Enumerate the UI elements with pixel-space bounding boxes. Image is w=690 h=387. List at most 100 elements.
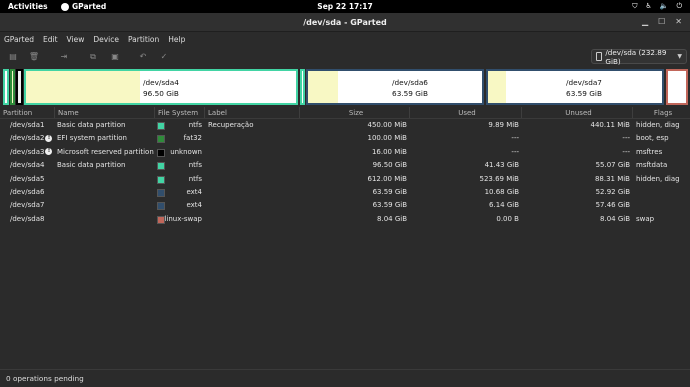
partition-path: /dev/sda2 — [10, 134, 45, 143]
menu-help[interactable]: Help — [168, 35, 185, 44]
filesystem-type: ntfs — [188, 121, 202, 129]
table-row[interactable]: /dev/sda4 Basic data partition ntfs 96.50 G… — [0, 159, 690, 172]
filesystem-type: ext4 — [186, 201, 202, 210]
maximize-icon[interactable]: ☐ — [658, 17, 665, 26]
partition-table: Partition Name File System Label Size Us… — [0, 107, 690, 226]
cell-label — [205, 132, 300, 145]
map-segment-sda1[interactable] — [3, 69, 9, 105]
disk-icon — [596, 52, 603, 61]
undo-icon[interactable]: ↶ — [136, 50, 150, 63]
apply-icon[interactable]: ✓ — [157, 50, 171, 63]
map-segment-sda8[interactable] — [666, 69, 688, 105]
col-label[interactable]: Label — [205, 107, 300, 118]
partition-path: /dev/sda4 — [10, 161, 45, 170]
cell-filesystem: unknown — [155, 146, 205, 159]
cell-name: EFI system partition — [57, 134, 127, 143]
cell-flags: hidden, diag — [636, 174, 680, 183]
resize-move-icon[interactable]: ⇥ — [57, 50, 71, 63]
table-row[interactable]: /dev/sda7 ext4 63.59 GiB 6.14 GiB 57.46 GiB — [0, 199, 690, 212]
cell-name — [55, 173, 155, 186]
col-unused[interactable]: Unused — [522, 107, 633, 118]
power-icon[interactable]: ⏻ — [676, 2, 682, 11]
cell-flags: hidden, diag — [636, 121, 680, 129]
cell-flags — [633, 186, 690, 199]
cell-label — [205, 213, 300, 226]
map-segment-sda3[interactable] — [16, 69, 23, 105]
filesystem-type: unknown — [170, 147, 202, 156]
map-segment-sda5[interactable] — [300, 69, 305, 105]
col-flags[interactable]: Flags — [633, 107, 690, 118]
cell-unused: 52.92 GiB — [595, 187, 630, 196]
col-size[interactable]: Size — [300, 107, 410, 118]
partition-map: /dev/sda4 96.50 GiB /dev/sda6 63.59 GiB … — [3, 69, 689, 105]
cell-size: 63.59 GiB — [372, 187, 407, 196]
table-row[interactable]: /dev/sda6 ext4 63.59 GiB 10.68 GiB 52.92 GiB — [0, 186, 690, 199]
cell-name: Basic data partition — [57, 161, 126, 170]
col-name[interactable]: Name — [55, 107, 155, 118]
cell-unused: 55.07 GiB — [595, 161, 630, 170]
cell-used: 0.00 B — [496, 214, 519, 223]
cell-partition: /dev/sda8 — [0, 213, 55, 226]
accessibility-icon[interactable]: ♿ — [645, 2, 651, 11]
cell-partition: /dev/sda1 — [0, 119, 55, 132]
cell-flags: boot, esp — [636, 134, 669, 143]
col-partition[interactable]: Partition — [0, 107, 55, 118]
map-sda4-name: /dev/sda4 — [143, 78, 179, 87]
menu-partition[interactable]: Partition — [128, 35, 159, 44]
menu-edit[interactable]: Edit — [43, 35, 58, 44]
volume-icon[interactable]: 🔈 — [660, 2, 669, 11]
filesystem-color-swatch — [157, 148, 165, 157]
map-segment-sda4[interactable]: /dev/sda4 96.50 GiB — [24, 69, 298, 105]
copy-icon[interactable]: ⧉ — [86, 50, 100, 63]
col-filesystem[interactable]: File System — [155, 107, 205, 118]
cell-size: 450.00 MiB — [367, 121, 407, 129]
menu-device[interactable]: Device — [93, 35, 119, 44]
info-icon[interactable]: ! — [45, 134, 53, 142]
paste-icon[interactable]: ▣ — [108, 50, 122, 63]
cell-unused: 440.11 MiB — [590, 121, 630, 129]
cell-label — [205, 173, 300, 186]
map-segment-sda7[interactable]: /dev/sda7 63.59 GiB — [486, 69, 664, 105]
info-icon[interactable]: ! — [45, 148, 53, 156]
cell-label — [205, 186, 300, 199]
clock[interactable]: Sep 22 17:17 — [0, 2, 690, 11]
cell-used: 6.14 GiB — [489, 201, 519, 210]
menu-view[interactable]: View — [67, 35, 85, 44]
delete-icon[interactable]: 🗑 — [27, 50, 41, 63]
cell-label — [205, 199, 300, 212]
device-selector[interactable]: /dev/sda (232.89 GiB) ▼ — [591, 48, 687, 66]
table-row[interactable]: /dev/sda8 linux-swap 8.04 GiB 0.00 B 8.04 Gi… — [0, 213, 690, 226]
minimize-icon[interactable]: ▁ — [642, 17, 648, 26]
cell-flags: msftdata — [636, 161, 668, 170]
close-icon[interactable]: ✕ — [675, 17, 682, 26]
filesystem-color-swatch — [157, 122, 165, 130]
cell-size: 100.00 MiB — [367, 134, 407, 143]
table-row[interactable]: /dev/sda1 Basic data partition ntfs Recuper… — [0, 119, 690, 132]
table-row[interactable]: /dev/sda2! EFI system partition fat32 100.0… — [0, 132, 690, 145]
cell-filesystem: ntfs — [155, 159, 205, 172]
new-partition-icon[interactable]: ▤ — [6, 50, 20, 63]
table-row[interactable]: /dev/sda3! Microsoft reserved partition un… — [0, 146, 690, 159]
cell-unused: --- — [622, 134, 630, 143]
cell-partition: /dev/sda7 — [0, 199, 55, 212]
cell-partition: /dev/sda5 — [0, 173, 55, 186]
cell-used: 9.89 MiB — [488, 121, 519, 129]
filesystem-color-swatch — [157, 202, 165, 211]
cell-size: 96.50 GiB — [372, 161, 407, 170]
col-used[interactable]: Used — [410, 107, 522, 118]
partition-path: /dev/sda7 — [10, 201, 45, 210]
cell-partition: /dev/sda4 — [0, 159, 55, 172]
map-segment-sda2[interactable] — [10, 69, 15, 105]
menu-gparted[interactable]: GParted — [4, 35, 34, 44]
shield-icon[interactable]: ⛉ — [632, 2, 637, 11]
system-tray[interactable]: ⛉ ♿ 🔈 ⏻ — [632, 2, 682, 11]
filesystem-type: linux-swap — [164, 214, 202, 223]
cell-name — [55, 199, 155, 212]
map-segment-sda6[interactable]: /dev/sda6 63.59 GiB — [306, 69, 484, 105]
cell-size: 63.59 GiB — [372, 201, 407, 210]
partition-path: /dev/sda3 — [10, 147, 45, 156]
table-row[interactable]: /dev/sda5 ntfs 612.00 MiB 523.69 MiB 88.31 M… — [0, 173, 690, 186]
cell-label — [205, 146, 300, 159]
cell-used: 41.43 GiB — [484, 161, 519, 170]
filesystem-color-swatch — [157, 135, 165, 144]
